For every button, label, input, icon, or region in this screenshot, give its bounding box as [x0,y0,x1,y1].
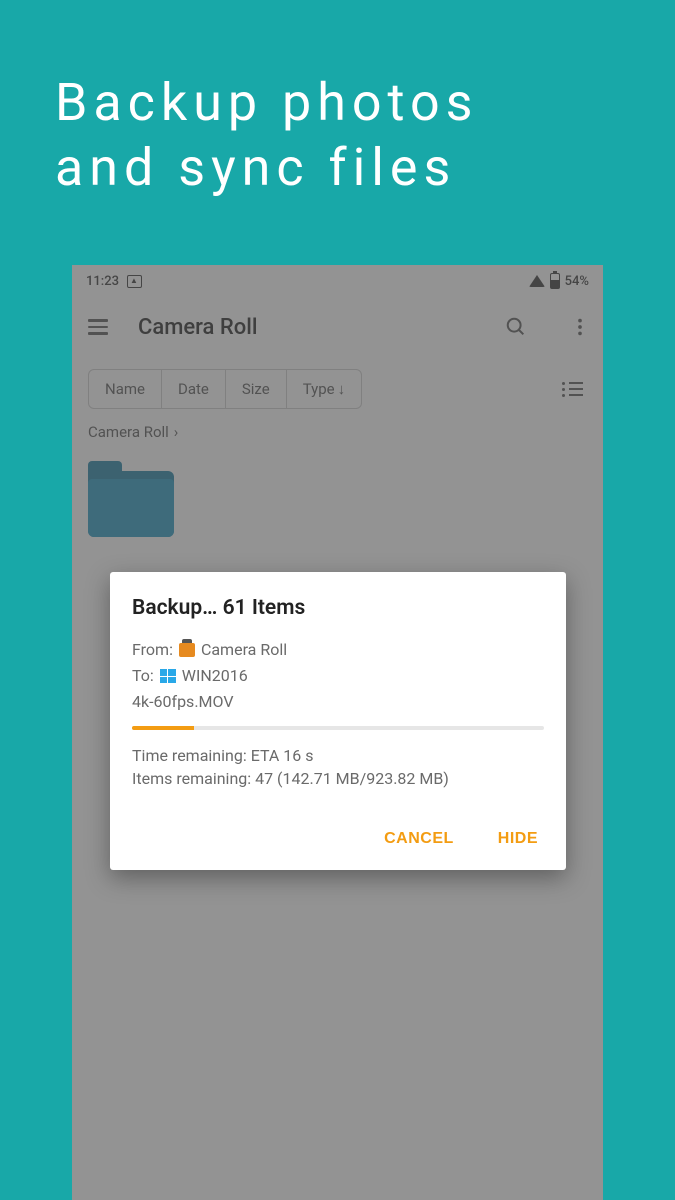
current-file: 4k-60fps.MOV [132,690,544,714]
to-value: WIN2016 [182,664,248,688]
dialog-from-row: From: Camera Roll [132,638,544,662]
progress-bar [132,726,544,730]
from-label: From: [132,638,173,662]
dialog-to-row: To: WIN2016 [132,664,544,688]
dialog-info: Time remaining: ETA 16 s Items remaining… [132,744,544,790]
dialog-title: Backup… 61 Items [132,596,544,620]
to-label: To: [132,664,154,688]
time-remaining: Time remaining: ETA 16 s [132,744,544,767]
progress-fill [132,726,194,730]
backup-dialog: Backup… 61 Items From: Camera Roll To: W… [110,572,566,870]
cancel-button[interactable]: CANCEL [378,822,460,856]
items-remaining: Items remaining: 47 (142.71 MB/923.82 MB… [132,767,544,790]
promo-line2: and sync files [55,135,625,200]
promo-line1: Backup photos [55,70,625,135]
from-value: Camera Roll [201,638,287,662]
hide-button[interactable]: HIDE [492,822,544,856]
camera-roll-icon [179,643,195,657]
windows-icon [160,669,176,683]
promo-title: Backup photos and sync files [0,0,675,200]
